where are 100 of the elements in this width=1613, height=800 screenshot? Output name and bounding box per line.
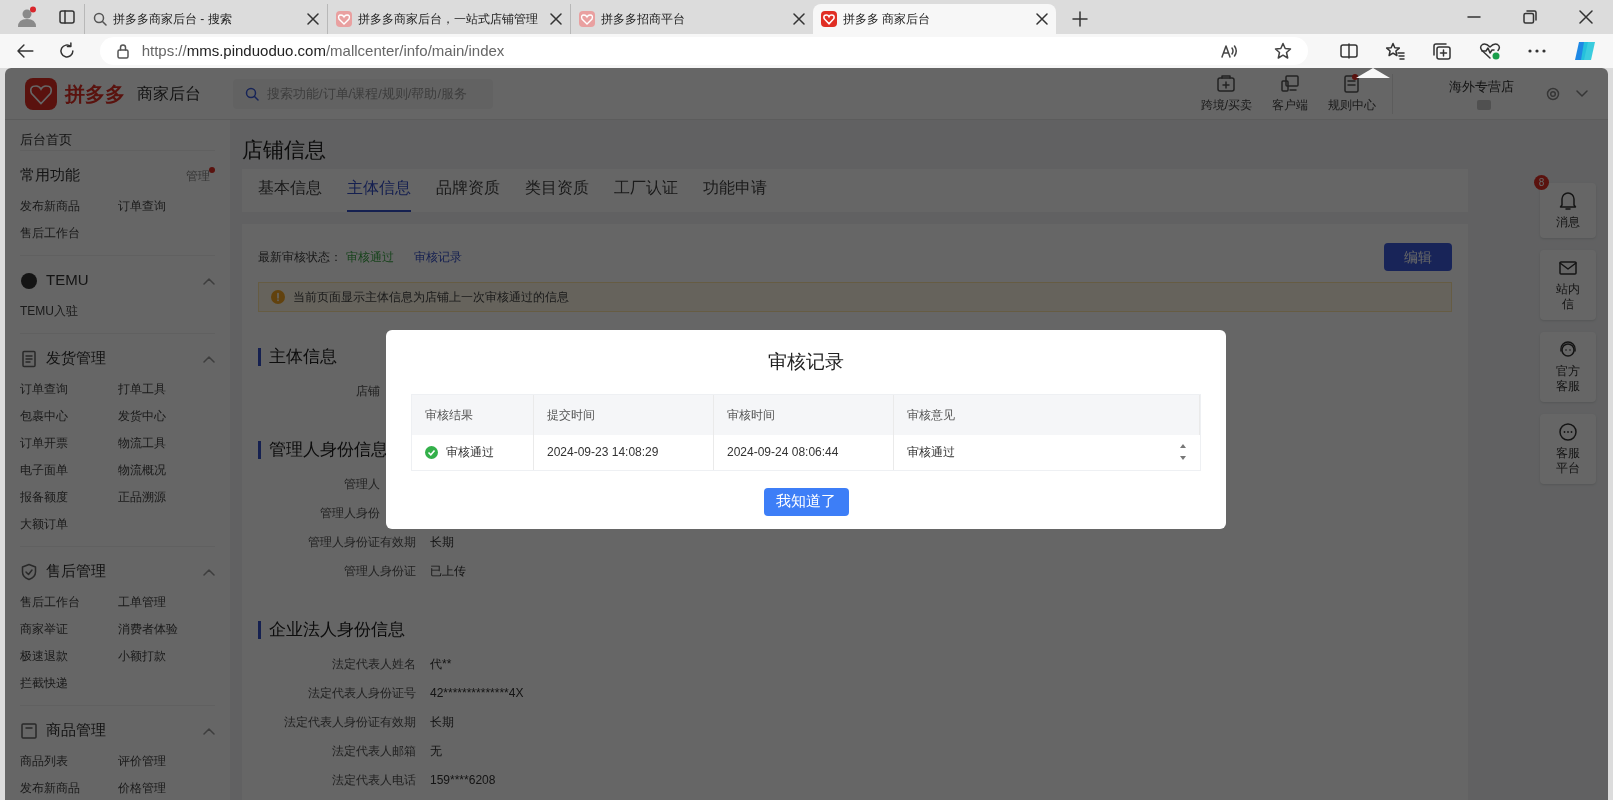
sidebar-link[interactable]: 订单查询	[117, 192, 215, 220]
sidebar-link[interactable]: 正品溯源	[117, 483, 215, 511]
sidebar-link[interactable]: 商家举证	[20, 615, 118, 643]
side-float-button[interactable]: 客服平台	[1540, 414, 1596, 484]
read-aloud-icon[interactable]	[1220, 43, 1238, 59]
store-name[interactable]: 海外专营店	[1417, 76, 1514, 97]
sidebar-link[interactable]: 订单查询	[20, 375, 118, 403]
close-icon[interactable]	[550, 13, 562, 25]
tab-actions-icon[interactable]	[58, 8, 76, 26]
field-label: 法定代表人电话	[332, 771, 416, 789]
sidebar-link[interactable]: 电子面单	[20, 456, 118, 484]
column-header: 提交时间	[534, 394, 714, 435]
column-header: 审核意见	[894, 394, 1200, 435]
header-tool[interactable]: 规则中心	[1328, 73, 1376, 114]
audit-record-link[interactable]: 审核记录	[414, 248, 462, 266]
sidebar-link[interactable]: 发布新商品	[20, 192, 118, 220]
close-icon[interactable]	[793, 13, 805, 25]
split-screen-icon[interactable]	[1340, 43, 1358, 59]
sidebar-link[interactable]: 评价管理	[117, 747, 215, 775]
sidebar-link[interactable]: 商品列表	[20, 747, 118, 775]
page-tab[interactable]: 功能申请	[703, 176, 767, 212]
lock-icon	[115, 43, 130, 59]
side-float-button[interactable]: 站内信	[1540, 250, 1596, 320]
page-tab[interactable]: 基本信息	[258, 176, 322, 212]
document-icon	[20, 349, 38, 368]
sidebar-section-title: 常用功能	[20, 165, 81, 186]
close-icon[interactable]	[1579, 10, 1593, 24]
badge-count: 8	[1534, 175, 1549, 190]
sidebar-link[interactable]: 售后工作台	[20, 219, 118, 247]
devices-icon	[1280, 73, 1300, 94]
sidebar-link[interactable]: 大额订单	[20, 510, 118, 538]
chat-bubble-icon	[1558, 422, 1578, 442]
sidebar-link[interactable]: 物流概况	[117, 456, 215, 484]
page-tab[interactable]: 主体信息	[347, 176, 411, 212]
sidebar-link[interactable]: 报备额度	[20, 483, 118, 511]
collections-icon[interactable]	[1432, 42, 1452, 60]
temu-logo-icon	[20, 271, 38, 290]
tab-title: 拼多多商家后台 - 搜索	[113, 11, 233, 28]
page-title: 店铺信息	[242, 137, 327, 163]
sidebar-link[interactable]: 工单管理	[117, 588, 215, 616]
restore-icon[interactable]	[1523, 10, 1537, 24]
field-label: 管理人身份	[320, 504, 380, 522]
page-tab[interactable]: 类目资质	[525, 176, 589, 212]
copilot-icon[interactable]	[1573, 40, 1597, 62]
scroll-arrows-icon[interactable]	[1179, 442, 1187, 462]
sidebar-link[interactable]: 发货中心	[117, 402, 215, 430]
status-text: 审核通过	[346, 249, 394, 266]
sidebar-link[interactable]: 打单工具	[117, 375, 215, 403]
tab-title: 拼多多招商平台	[601, 11, 686, 28]
page-tab[interactable]: 品牌资质	[436, 176, 500, 212]
sidebar-link[interactable]: 价格管理	[117, 774, 215, 800]
sidebar-link[interactable]: 订单开票	[20, 429, 118, 457]
tab-title: 拼多多商家后台，一站式店铺管理	[358, 11, 539, 28]
sidebar-section-title: 商品管理	[46, 720, 107, 741]
more-icon[interactable]	[1528, 49, 1546, 53]
heart-logo-icon	[579, 11, 595, 27]
header-tool[interactable]: 跨境/买卖	[1200, 73, 1252, 114]
sidebar-link[interactable]: 拦截快递	[20, 669, 118, 697]
field-label: 法定代表人邮箱	[332, 742, 416, 760]
field-label: 法定代表人身份证有效期	[284, 713, 416, 731]
acknowledge-button[interactable]: 我知道了	[763, 487, 849, 516]
sidebar-link[interactable]: 包裹中心	[20, 402, 118, 430]
tab-title: 拼多多 商家后台	[843, 11, 932, 28]
profile-icon[interactable]	[16, 6, 38, 28]
header-tool[interactable]: 客户端	[1272, 73, 1308, 114]
headset-icon	[1558, 340, 1578, 360]
address-field[interactable]: https://mms.pinduoduo.com/mallcenter/info/main/index	[99, 37, 1308, 65]
sidebar-link[interactable]: 后台首页	[20, 130, 215, 150]
star-icon[interactable]	[1274, 42, 1292, 60]
field-value: 长期	[430, 713, 454, 731]
new-tab-icon[interactable]	[1072, 11, 1088, 27]
page-tab[interactable]: 工厂认证	[614, 176, 678, 212]
browser-tab[interactable]: 拼多多 商家后台	[813, 4, 1056, 34]
sidebar-link[interactable]: 物流工具	[117, 429, 215, 457]
section-title: 企业法人身份信息	[258, 621, 1452, 639]
logo-text: 拼多多	[65, 81, 125, 107]
shopping-bag-icon	[1216, 73, 1237, 94]
health-heart-icon[interactable]	[1479, 42, 1501, 60]
url-text: https://mms.pinduoduo.com/mallcenter/info/main/index	[141, 40, 506, 61]
column-header: 审核时间	[714, 394, 894, 435]
table-cell-text: 2024-09-23 14:08:29	[547, 444, 659, 461]
box-icon	[20, 721, 38, 740]
sidebar-link[interactable]: 小额打款	[117, 642, 215, 670]
back-icon[interactable]	[16, 43, 34, 59]
refresh-icon[interactable]	[57, 42, 76, 60]
sidebar-link[interactable]: 发布新商品	[20, 774, 118, 800]
edit-button[interactable]: 编辑	[1384, 243, 1452, 271]
field-label: 店铺	[356, 382, 380, 400]
field-value: 无	[430, 742, 442, 760]
close-icon[interactable]	[1036, 13, 1048, 25]
side-float-button[interactable]: 官方客服	[1540, 332, 1596, 402]
table-cell-text: 2024-09-24 08:06:44	[727, 444, 839, 461]
sidebar-link[interactable]: TEMU入驻	[20, 297, 118, 325]
sidebar-link[interactable]: 极速退款	[20, 642, 118, 670]
field-value: 42**************4X	[430, 684, 524, 702]
favorites-icon[interactable]	[1385, 42, 1405, 60]
close-icon[interactable]	[307, 13, 319, 25]
table-cell-text: 审核通过	[446, 444, 494, 461]
sidebar-link[interactable]: 消费者体验	[117, 615, 215, 643]
sidebar-link[interactable]: 售后工作台	[20, 588, 118, 616]
